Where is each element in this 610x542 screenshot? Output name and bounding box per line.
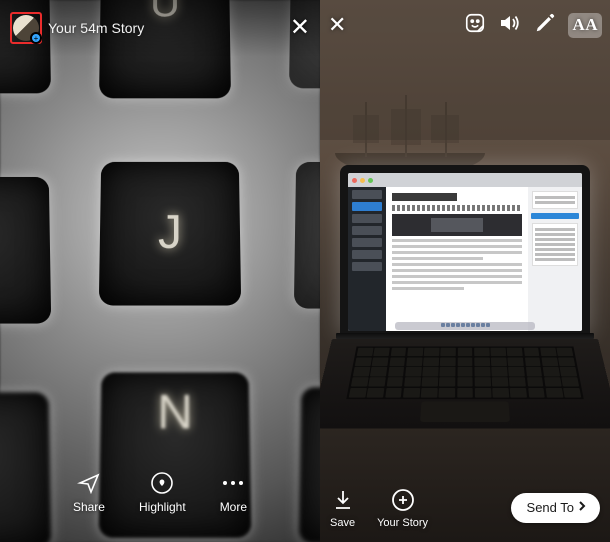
your-avatar[interactable]: + <box>10 12 42 44</box>
share-icon <box>77 470 101 496</box>
save-button[interactable]: Save <box>330 488 355 529</box>
sticker-button[interactable] <box>464 12 486 39</box>
story-footer-actions: Share Highlight More <box>0 464 320 542</box>
sound-button[interactable] <box>498 12 522 39</box>
story-header: + Your 54m Story ✕ <box>0 0 320 56</box>
composer-header: ✕ <box>320 0 610 46</box>
keycap-image <box>0 177 51 324</box>
text-tool-button[interactable]: AA <box>568 13 602 38</box>
close-icon: ✕ <box>290 14 310 41</box>
chevron-right-icon <box>578 500 586 515</box>
composer-footer: Save Your Story Send To <box>320 474 610 542</box>
close-story-button[interactable]: ✕ <box>290 16 310 40</box>
share-label: Share <box>73 500 105 514</box>
close-icon: ✕ <box>328 12 346 37</box>
highlight-icon <box>150 470 174 496</box>
text-tool-icon: AA <box>568 13 602 38</box>
your-story-button[interactable]: Your Story <box>377 488 428 529</box>
add-story-badge-icon: + <box>30 32 42 44</box>
download-icon <box>333 488 353 513</box>
sound-on-icon <box>498 12 522 39</box>
story-viewer-pane: U J N + Your 54m Story ✕ <box>0 0 320 542</box>
story-time-label: 54m <box>80 20 107 36</box>
add-to-story-icon <box>391 488 415 513</box>
draw-button[interactable] <box>534 12 556 39</box>
draw-pencil-icon <box>534 12 556 39</box>
send-to-label: Send To <box>527 500 574 515</box>
share-button[interactable]: Share <box>73 470 105 542</box>
ship-decoration-image <box>325 95 495 175</box>
more-icon <box>221 470 245 496</box>
save-label: Save <box>330 517 355 529</box>
highlight-button[interactable]: Highlight <box>139 470 186 542</box>
more-button[interactable]: More <box>220 470 247 542</box>
close-composer-button[interactable]: ✕ <box>328 12 346 38</box>
highlight-label: Highlight <box>139 500 186 514</box>
your-story-label: Your Story <box>377 517 428 529</box>
keycap-image <box>294 162 320 309</box>
laptop-in-photo <box>334 165 596 465</box>
more-label: More <box>220 500 247 514</box>
send-to-button[interactable]: Send To <box>511 493 600 523</box>
story-owner-label: Your <box>48 20 76 36</box>
story-title-label: Story <box>112 20 145 36</box>
sticker-icon <box>464 12 486 39</box>
keycap-image: J <box>99 162 241 306</box>
story-composer-pane: ✕ <box>320 0 610 542</box>
